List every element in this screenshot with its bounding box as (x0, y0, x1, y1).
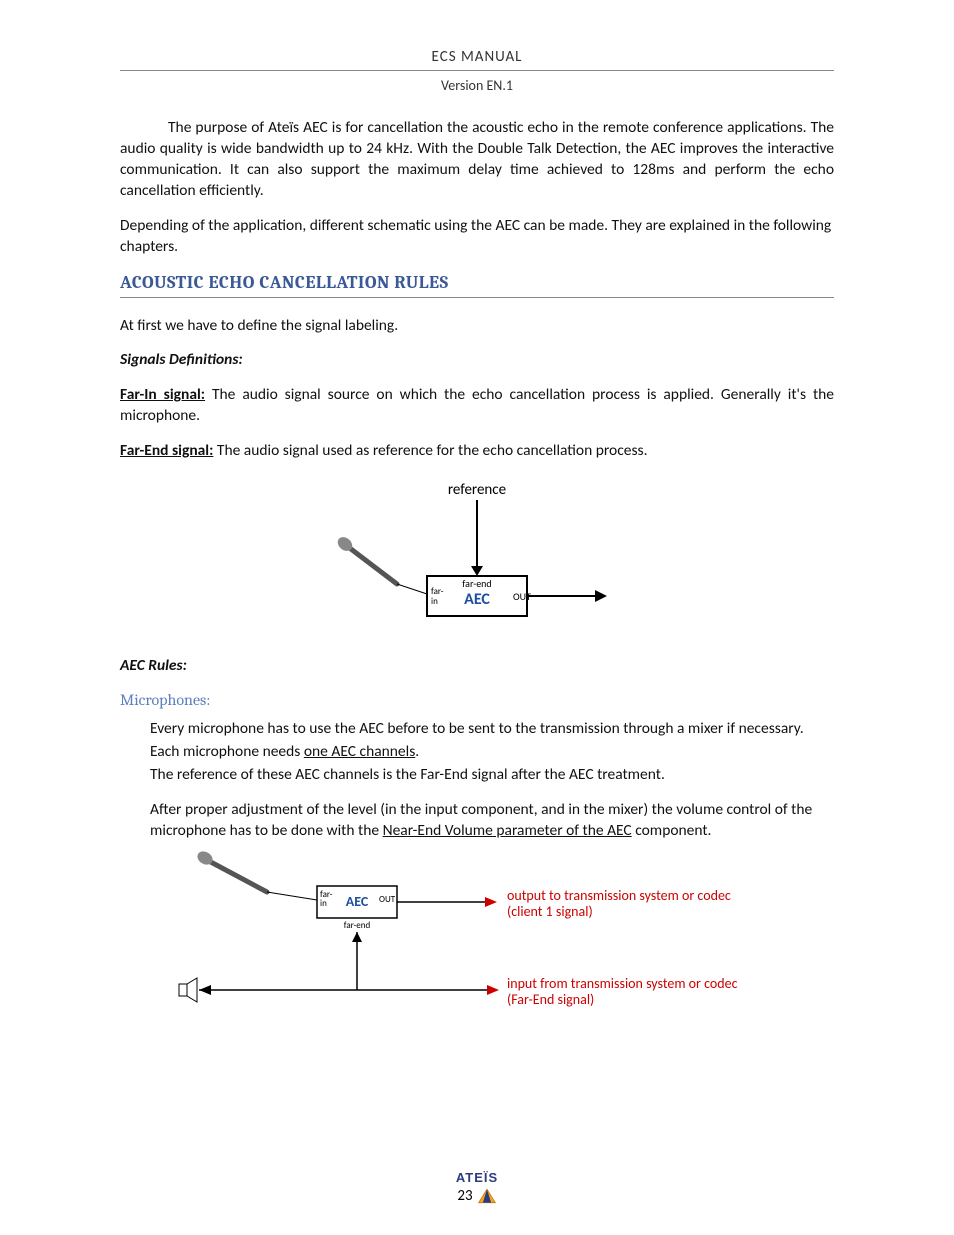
far-in-definition: Far-In signal: The audio signal source o… (120, 385, 834, 427)
far-end-text: The audio signal used as reference for t… (213, 441, 647, 460)
d2-aec-label: AEC (346, 893, 369, 910)
microphones-subheading: Microphones: (120, 691, 834, 709)
d2-farend-label: far-end (344, 920, 371, 931)
svg-text:in: in (320, 898, 327, 909)
microphone-icon-2 (195, 850, 267, 892)
doc-title: ECS MANUAL (120, 48, 834, 66)
svg-text:in: in (431, 596, 438, 607)
mic-paragraph-3: The reference of these AEC channels is t… (150, 765, 834, 786)
page-number: 23 (457, 1187, 472, 1205)
intro-paragraph-1: The purpose of Ateïs AEC is for cancella… (120, 118, 834, 202)
d1-aec-label: AEC (464, 590, 490, 609)
speaker-icon (179, 978, 197, 1002)
at-first-paragraph: At first we have to define the signal la… (120, 316, 834, 337)
d2-output-label-1: output to transmission system or codec (507, 887, 731, 904)
microphone-icon (335, 534, 397, 584)
intro-paragraph-2: Depending of the application, different … (120, 216, 834, 258)
d1-farend-label: far-end (462, 577, 491, 590)
ateis-logo-icon (477, 1187, 497, 1205)
far-end-label: Far-End signal: (120, 441, 213, 460)
header-rule (120, 70, 834, 71)
aec-reference-diagram: reference far-end AEC far- in OUT (327, 476, 627, 636)
d1-reference-label: reference (448, 481, 506, 499)
d2-input-label-2: (Far-End signal) (507, 991, 594, 1008)
signals-definitions-heading: Signals Definitions: (120, 350, 834, 371)
aec-flow-diagram: far- in AEC OUT far-end output to transm… (167, 850, 787, 1020)
d2-input-label-1: input from transmission system or codec (507, 975, 738, 992)
section-heading: ACOUSTIC ECHO CANCELLATION RULES (120, 272, 834, 293)
doc-version: Version EN.1 (120, 77, 834, 94)
far-in-text: The audio signal source on which the ech… (120, 385, 834, 425)
d2-out-label: OUT (379, 894, 396, 905)
aec-rules-heading: AEC Rules: (120, 656, 834, 677)
mic-paragraph-1: Every microphone has to use the AEC befo… (150, 719, 834, 740)
mic-paragraph-2: Each microphone needs one AEC channels. (150, 742, 834, 763)
far-in-label: Far-In signal: (120, 385, 205, 404)
footer-brand: ATEÏS (456, 1170, 498, 1185)
d2-output-label-2: (client 1 signal) (507, 903, 593, 920)
mic-paragraph-4: After proper adjustment of the level (in… (150, 800, 834, 842)
page-footer: ATEÏS 23 (120, 1170, 834, 1205)
page-header: ECS MANUAL Version EN.1 (120, 48, 834, 94)
far-end-definition: Far-End signal: The audio signal used as… (120, 441, 834, 462)
section-rule (120, 297, 834, 298)
